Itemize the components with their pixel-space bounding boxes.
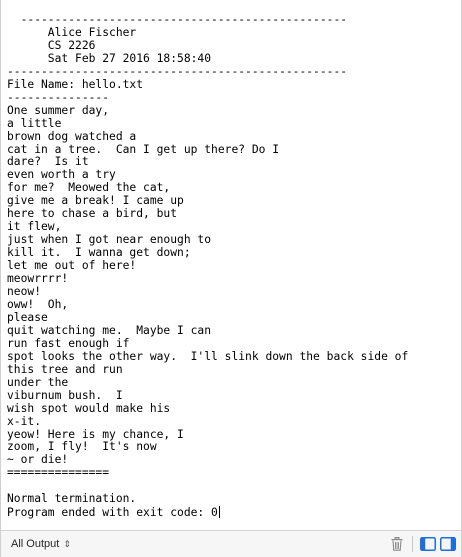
toolbar-divider	[412, 536, 413, 552]
debug-console: ----------------------------------------…	[0, 0, 462, 557]
clear-console-button[interactable]	[388, 534, 406, 554]
console-output-area[interactable]: ----------------------------------------…	[1, 0, 461, 530]
console-output-text[interactable]: ----------------------------------------…	[1, 0, 461, 520]
console-output-body: ----------------------------------------…	[7, 13, 409, 520]
show-variables-pane-button[interactable]	[419, 534, 436, 554]
right-pane-toggle-icon	[439, 537, 456, 551]
output-filter-label: All Output	[11, 538, 60, 550]
left-pane-toggle-icon	[419, 537, 436, 551]
show-console-pane-button[interactable]	[439, 534, 456, 554]
trash-icon	[391, 537, 403, 551]
console-bottom-bar: All Output ⇕	[1, 530, 461, 557]
output-filter-select[interactable]: All Output ⇕	[11, 538, 71, 550]
text-cursor	[218, 506, 220, 519]
up-down-chevron-icon: ⇕	[63, 538, 71, 549]
